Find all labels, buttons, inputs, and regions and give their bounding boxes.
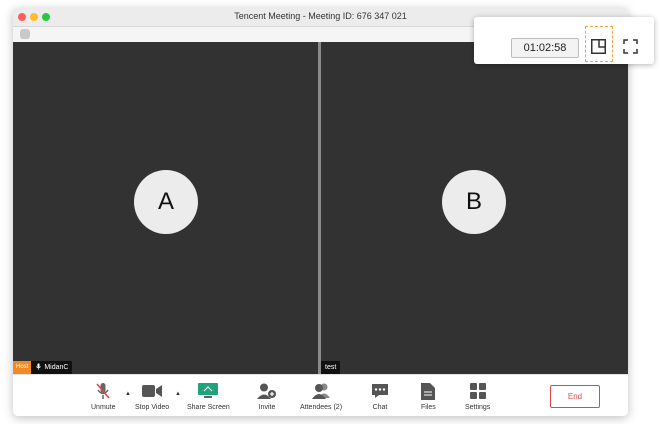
unmute-button[interactable]: Unmute: [91, 382, 116, 411]
participant-avatar: B: [442, 170, 506, 234]
fullscreen-icon[interactable]: [623, 39, 638, 54]
participant-name: test: [321, 361, 341, 374]
video-area: A Host MidanC B test: [13, 42, 628, 374]
invite-button[interactable]: Invite: [257, 382, 277, 411]
add-person-icon: [257, 383, 276, 399]
share-screen-icon: [198, 383, 219, 398]
participant-nametag: test: [321, 361, 341, 374]
chat-button[interactable]: Chat: [371, 382, 389, 411]
video-camera-icon: [142, 385, 163, 397]
people-icon: [312, 383, 331, 399]
meeting-window: Tencent Meeting - Meeting ID: 676 347 02…: [13, 8, 628, 416]
share-screen-label: Share Screen: [187, 404, 230, 411]
files-button[interactable]: Files: [421, 382, 436, 411]
host-badge: Host: [13, 361, 32, 374]
chat-bubble-icon: [372, 384, 388, 398]
mic-small-icon: [36, 363, 42, 370]
settings-label: Settings: [465, 404, 491, 411]
settings-grid-icon: [469, 383, 486, 399]
settings-button[interactable]: Settings: [465, 382, 490, 411]
participant-avatar: A: [134, 170, 198, 234]
attendees-label: Attendees (2): [300, 404, 343, 411]
picture-in-picture-icon[interactable]: [591, 39, 606, 54]
meeting-timer: 01:02:58: [511, 38, 579, 58]
invite-label: Invite: [258, 404, 276, 411]
mic-muted-icon: [96, 383, 110, 399]
shield-icon[interactable]: [20, 29, 30, 39]
meeting-toolbar: Unmute ▲ Stop Video ▲ Share Screen Invit…: [13, 374, 628, 416]
attendees-button[interactable]: Attendees (2): [300, 382, 342, 411]
share-screen-button[interactable]: Share Screen: [187, 382, 230, 411]
files-label: Files: [421, 404, 436, 411]
stop-video-button[interactable]: Stop Video: [135, 382, 169, 411]
file-icon: [421, 382, 436, 400]
stop-video-label: Stop Video: [135, 404, 170, 411]
participant-tile-b[interactable]: B test: [321, 42, 628, 374]
video-options-caret[interactable]: ▲: [175, 391, 181, 397]
participant-name: MidanC: [31, 361, 73, 374]
floating-control-panel: 01:02:58: [474, 17, 654, 64]
end-meeting-button[interactable]: End: [550, 385, 600, 408]
participant-nametag: Host MidanC: [13, 361, 73, 374]
participant-name-text: MidanC: [44, 364, 69, 371]
unmute-label: Unmute: [91, 404, 116, 411]
participant-tile-a[interactable]: A Host MidanC: [13, 42, 318, 374]
mic-options-caret[interactable]: ▲: [125, 391, 131, 397]
chat-label: Chat: [372, 404, 388, 411]
